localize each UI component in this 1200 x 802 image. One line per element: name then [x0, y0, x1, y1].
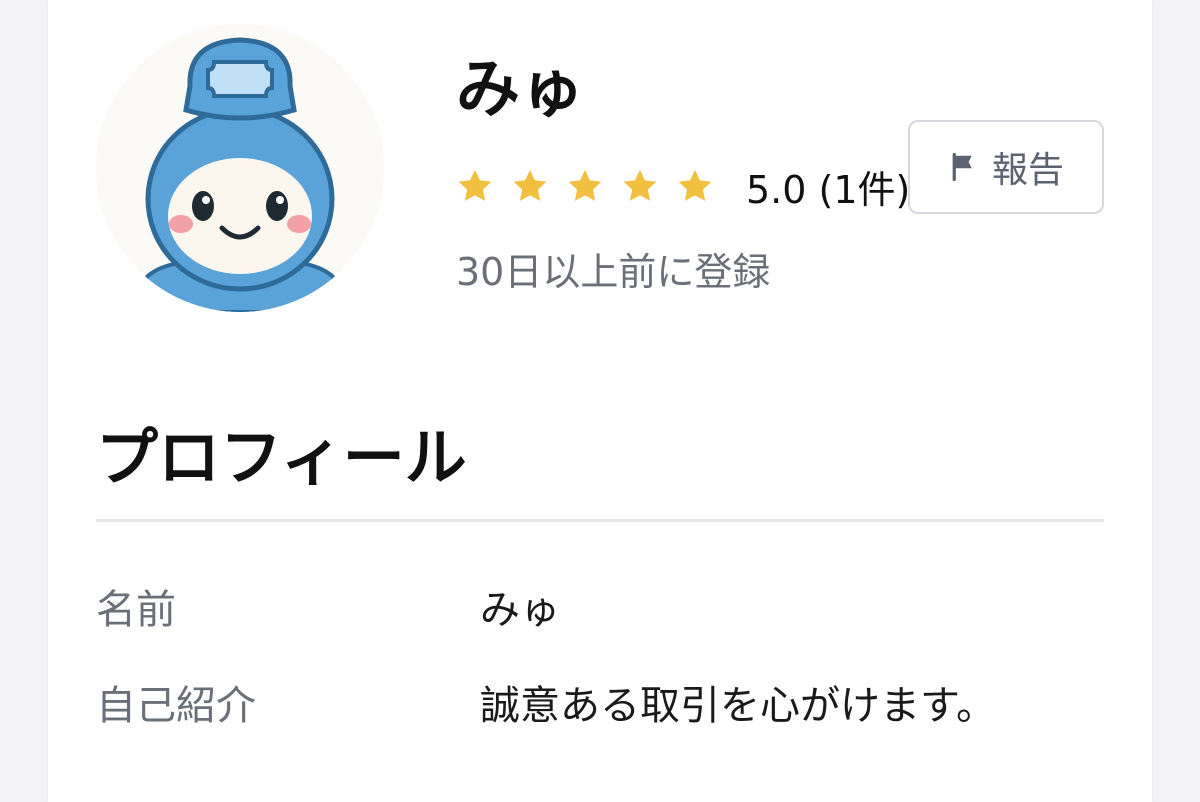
star-icon: [678, 169, 712, 201]
rating-value: 5.0 (1件): [746, 167, 911, 212]
bio-value: 誠意ある取引を心がけます。: [480, 683, 996, 729]
star-rating: [456, 167, 714, 205]
name-value: みゅ: [480, 587, 560, 633]
mascot-avatar-image: [96, 24, 384, 312]
star-icon: [623, 169, 657, 201]
section-divider: [96, 519, 1104, 522]
star-icon: [513, 169, 547, 201]
flag-icon: [952, 152, 972, 182]
report-button[interactable]: 報告: [908, 120, 1104, 214]
profile-section-title: プロフィール: [96, 421, 467, 494]
report-label: 報告: [991, 150, 1064, 191]
bio-label: 自己紹介: [96, 683, 256, 729]
registration-date: 30日以上前に登録: [456, 250, 771, 294]
name-label: 名前: [96, 587, 176, 633]
star-icon: [568, 169, 602, 201]
user-avatar: [96, 24, 384, 312]
rating-row: 5.0 (1件): [456, 158, 910, 214]
user-name: みゅ: [456, 53, 584, 127]
star-icon: [458, 169, 492, 201]
